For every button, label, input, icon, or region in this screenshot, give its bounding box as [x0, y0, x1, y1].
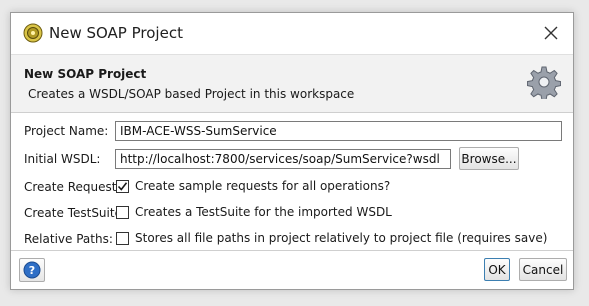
new-soap-project-dialog: New SOAP Project New SOAP Project Create…: [10, 12, 574, 290]
relative-paths-checkbox[interactable]: [116, 231, 129, 245]
initial-wsdl-label: Initial WSDL:: [24, 152, 101, 166]
checkmark-icon: [117, 181, 128, 191]
banner-description: Creates a WSDL/SOAP based Project in thi…: [28, 87, 355, 101]
dialog-footer: ? OK Cancel: [11, 250, 573, 289]
help-button[interactable]: ?: [19, 258, 45, 282]
cancel-button[interactable]: Cancel: [519, 258, 567, 281]
create-requests-label: Create Requests:: [24, 180, 127, 194]
svg-text:?: ?: [29, 264, 35, 277]
help-icon: ?: [23, 261, 41, 279]
header-banner: New SOAP Project Creates a WSDL/SOAP bas…: [11, 54, 573, 113]
gear-icon: [526, 65, 562, 101]
create-requests-text: Create sample requests for all operation…: [135, 179, 391, 193]
project-name-label: Project Name:: [24, 124, 109, 138]
ok-button[interactable]: OK: [484, 258, 510, 281]
project-form: Project Name: Initial WSDL: Browse... Cr…: [11, 112, 573, 251]
window-title: New SOAP Project: [49, 24, 183, 42]
title-bar: New SOAP Project: [11, 13, 573, 53]
create-testsuite-text: Creates a TestSuite for the imported WSD…: [135, 205, 392, 219]
relative-paths-label: Relative Paths:: [24, 232, 113, 246]
close-icon: [544, 26, 558, 40]
banner-title: New SOAP Project: [24, 67, 147, 81]
soapui-app-icon: [23, 23, 43, 43]
relative-paths-option[interactable]: Stores all file paths in project relativ…: [116, 231, 547, 245]
initial-wsdl-field[interactable]: [115, 149, 451, 169]
relative-paths-text: Stores all file paths in project relativ…: [135, 231, 548, 245]
create-testsuite-label: Create TestSuite:: [24, 206, 127, 220]
project-name-field[interactable]: [115, 121, 562, 141]
create-testsuite-option[interactable]: Creates a TestSuite for the imported WSD…: [116, 205, 392, 219]
browse-button[interactable]: Browse...: [459, 147, 519, 170]
close-button[interactable]: [539, 21, 563, 45]
create-requests-checkbox[interactable]: [116, 179, 129, 193]
create-requests-option[interactable]: Create sample requests for all operation…: [116, 179, 390, 193]
create-testsuite-checkbox[interactable]: [116, 205, 129, 219]
